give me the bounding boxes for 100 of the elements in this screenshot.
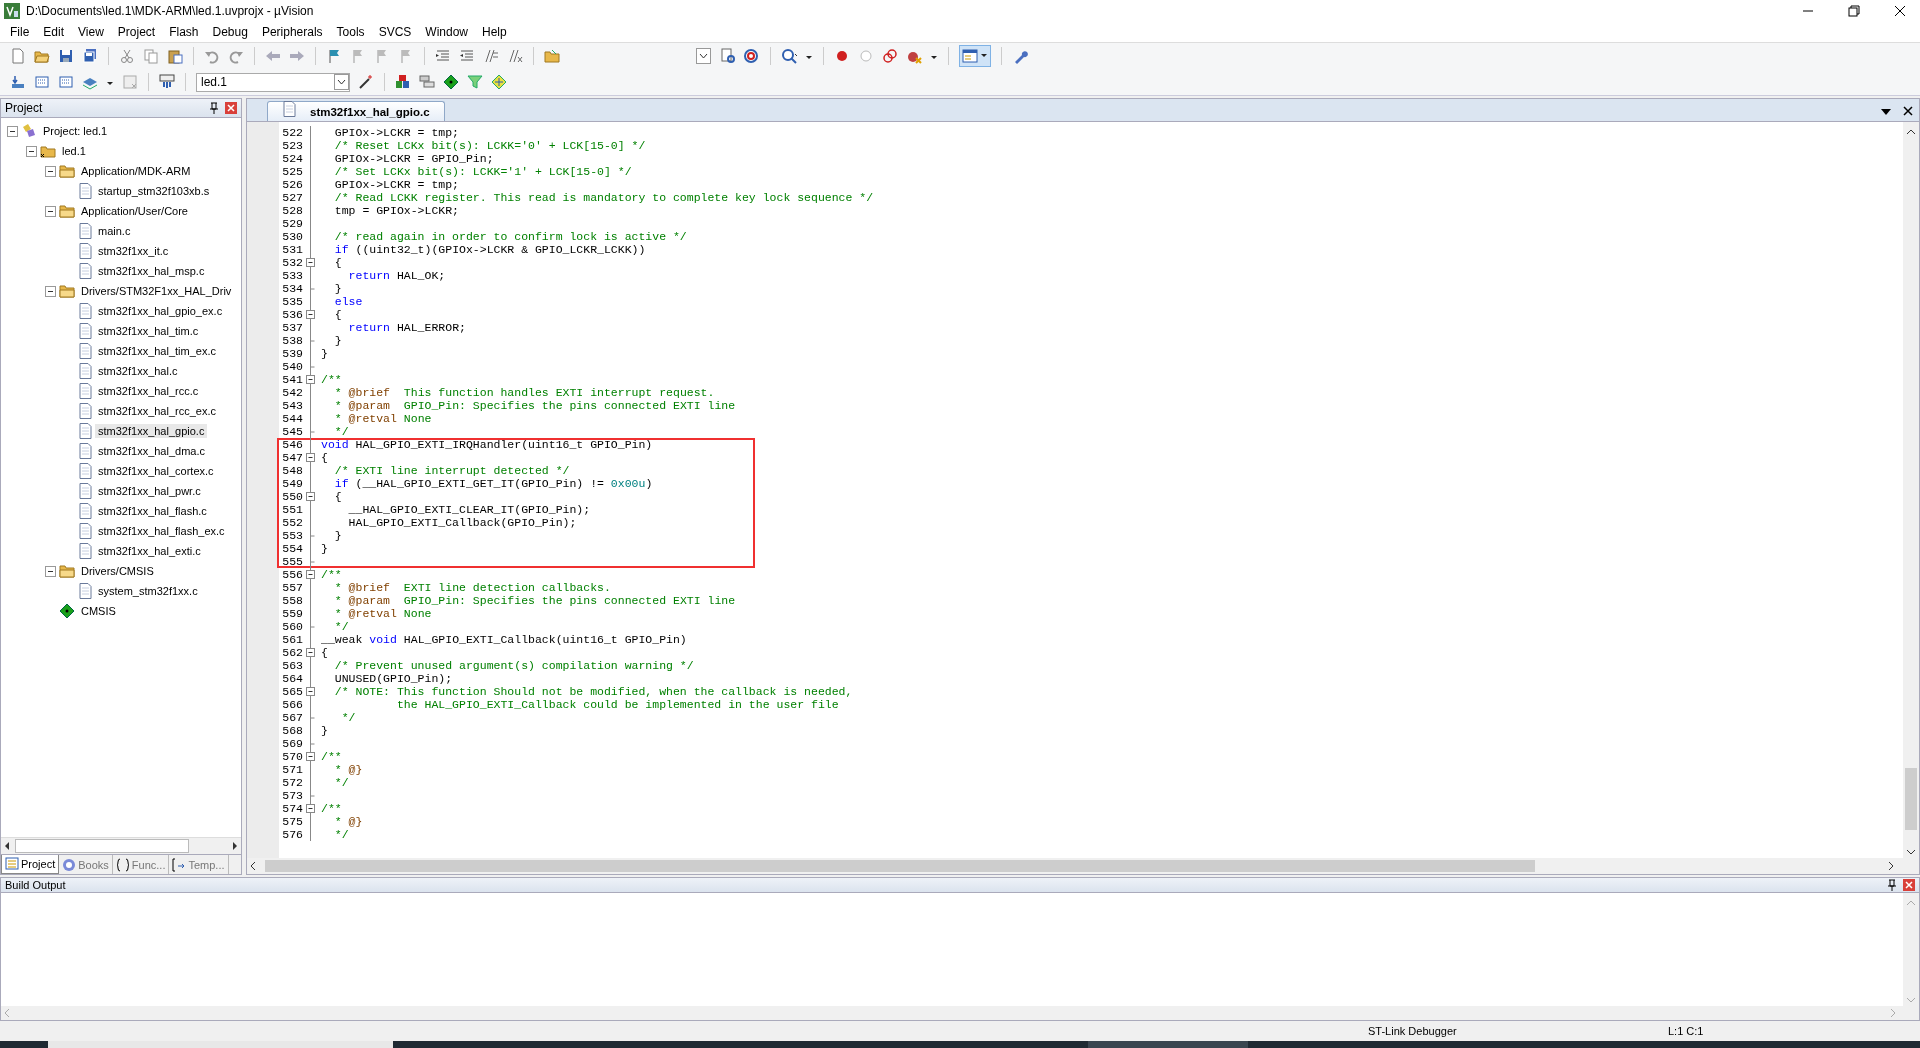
dropdown-icon[interactable] bbox=[696, 48, 712, 64]
tree-item[interactable]: main.c bbox=[95, 224, 134, 238]
dropdown-arrow-icon[interactable] bbox=[1881, 108, 1891, 116]
find-icon[interactable] bbox=[781, 48, 797, 64]
tree-item[interactable]: CMSIS bbox=[78, 604, 119, 618]
folder-icon[interactable] bbox=[544, 48, 560, 64]
diamond-icon[interactable] bbox=[443, 74, 459, 90]
tree-item[interactable]: Application/User/Core bbox=[78, 204, 191, 218]
tree-item[interactable]: led.1 bbox=[59, 144, 89, 158]
dropdown-icon[interactable] bbox=[334, 74, 349, 90]
collapse-toggle-icon[interactable] bbox=[45, 165, 56, 177]
horizontal-scrollbar[interactable] bbox=[247, 858, 1919, 874]
tree-item[interactable]: Drivers/STM32F1xx_HAL_Driv bbox=[78, 284, 235, 298]
stack-icon[interactable] bbox=[419, 74, 435, 90]
fold-toggle-icon[interactable] bbox=[305, 568, 315, 581]
tree-item[interactable]: startup_stm32f103xb.s bbox=[95, 184, 213, 198]
options-icon[interactable] bbox=[395, 74, 411, 90]
fold-toggle-icon[interactable] bbox=[305, 750, 315, 763]
menu-item[interactable]: File bbox=[4, 24, 38, 39]
fold-toggle-icon[interactable] bbox=[305, 685, 315, 698]
tree-item[interactable]: stm32f1xx_it.c bbox=[95, 244, 172, 258]
line-number: 522 bbox=[281, 126, 303, 139]
collapse-toggle-icon[interactable] bbox=[26, 145, 37, 157]
tree-item[interactable]: stm32f1xx_hal_flash_ex.c bbox=[95, 524, 228, 538]
panel-tab[interactable]: Books bbox=[59, 855, 113, 874]
menu-item[interactable]: Help bbox=[476, 24, 515, 39]
vertical-scrollbar[interactable] bbox=[1903, 122, 1919, 858]
folder-icon bbox=[59, 163, 75, 179]
menu-item[interactable]: Tools bbox=[330, 24, 373, 39]
menu-item[interactable]: Flash bbox=[163, 24, 207, 39]
tree-item[interactable]: stm32f1xx_hal_cortex.c bbox=[95, 464, 217, 478]
line-number: 553 bbox=[281, 529, 303, 542]
tree-item[interactable]: stm32f1xx_hal_rcc_ex.c bbox=[95, 404, 219, 418]
panel-tab[interactable]: Temp... bbox=[169, 855, 229, 874]
scrollbar-thumb[interactable] bbox=[15, 839, 189, 853]
scrollbar-thumb[interactable] bbox=[1905, 768, 1917, 830]
tree-item[interactable]: stm32f1xx_hal_tim.c bbox=[95, 324, 202, 338]
comment-icon[interactable] bbox=[483, 48, 499, 64]
flag-icon[interactable] bbox=[326, 48, 342, 64]
fold-toggle-icon[interactable] bbox=[305, 802, 315, 815]
menu-item[interactable]: SVCS bbox=[372, 24, 420, 39]
close-icon[interactable] bbox=[1903, 106, 1913, 116]
debug-icon[interactable] bbox=[744, 48, 760, 64]
fold-toggle-icon[interactable] bbox=[305, 490, 315, 503]
menu-item[interactable]: Window bbox=[419, 24, 476, 39]
fold-toggle-icon[interactable] bbox=[305, 451, 315, 464]
tree-item[interactable]: Application/MDK-ARM bbox=[78, 164, 194, 178]
menu-item[interactable]: Project bbox=[111, 24, 164, 39]
document-search-icon[interactable] bbox=[720, 48, 736, 64]
tree-item[interactable]: stm32f1xx_hal_dma.c bbox=[95, 444, 208, 458]
menu-item[interactable]: View bbox=[72, 24, 112, 39]
editor-tab[interactable]: stm32f1xx_hal_gpio.c bbox=[267, 101, 445, 121]
restore-icon[interactable] bbox=[1846, 2, 1862, 19]
circles-icon[interactable] bbox=[882, 48, 898, 64]
tree-item[interactable]: stm32f1xx_hal_gpio.c bbox=[95, 424, 208, 438]
line-number: 542 bbox=[281, 386, 303, 399]
magic-wand-icon[interactable] bbox=[358, 74, 374, 90]
tree-item[interactable]: stm32f1xx_hal_rcc.c bbox=[95, 384, 202, 398]
fold-toggle-icon[interactable] bbox=[305, 308, 315, 321]
save-all-icon[interactable] bbox=[82, 48, 98, 64]
collapse-toggle-icon[interactable] bbox=[45, 205, 56, 217]
save-icon[interactable] bbox=[58, 48, 74, 64]
tree-item[interactable]: stm32f1xx_hal_pwr.c bbox=[95, 484, 204, 498]
panel-tab[interactable]: Project bbox=[1, 855, 60, 874]
open-folder-icon[interactable] bbox=[34, 48, 50, 64]
uncomment-icon[interactable] bbox=[507, 48, 523, 64]
collapse-toggle-icon[interactable] bbox=[45, 285, 56, 297]
code-line: /* Prevent unused argument(s) compilation warning */ bbox=[333, 659, 694, 672]
tree-item[interactable]: stm32f1xx_hal.c bbox=[95, 364, 181, 378]
tree-item[interactable]: system_stm32f1xx.c bbox=[95, 584, 201, 598]
line-number: 546 bbox=[281, 438, 303, 451]
pin-icon[interactable] bbox=[1887, 879, 1897, 891]
debugger-status: ST-Link Debugger bbox=[1368, 1025, 1458, 1037]
horizontal-scrollbar[interactable] bbox=[1, 837, 241, 854]
scrollbar-thumb[interactable] bbox=[265, 860, 1535, 872]
tree-item[interactable]: Drivers/CMSIS bbox=[78, 564, 157, 578]
tree-item[interactable]: stm32f1xx_hal_tim_ex.c bbox=[95, 344, 219, 358]
tree-item[interactable]: stm32f1xx_hal_flash.c bbox=[95, 504, 210, 518]
collapse-toggle-icon[interactable] bbox=[7, 125, 18, 137]
download-icon[interactable] bbox=[159, 74, 175, 90]
tree-item[interactable]: stm32f1xx_hal_exti.c bbox=[95, 544, 204, 558]
target-select[interactable]: led.1 bbox=[196, 72, 350, 92]
menu-item[interactable]: Edit bbox=[37, 24, 73, 39]
paste-icon[interactable] bbox=[167, 48, 183, 64]
window-toggle-button[interactable] bbox=[959, 45, 991, 67]
collapse-toggle-icon[interactable] bbox=[45, 565, 56, 577]
fold-toggle-icon[interactable] bbox=[305, 256, 315, 269]
new-file-icon[interactable] bbox=[10, 48, 26, 64]
breakpoint-icon[interactable] bbox=[834, 48, 850, 64]
tree-item[interactable]: stm32f1xx_hal_gpio_ex.c bbox=[95, 304, 226, 318]
fold-toggle-icon[interactable] bbox=[305, 646, 315, 659]
fold-toggle-icon[interactable] bbox=[305, 373, 315, 386]
pin-icon[interactable] bbox=[209, 102, 219, 114]
tree-item[interactable]: stm32f1xx_hal_msp.c bbox=[95, 264, 208, 278]
cut-icon[interactable] bbox=[119, 48, 135, 64]
menu-item[interactable]: Debug bbox=[206, 24, 256, 39]
menu-item[interactable]: Peripherals bbox=[255, 24, 331, 39]
panel-tab[interactable]: Func... bbox=[112, 855, 170, 874]
tree-item[interactable]: Project: led.1 bbox=[40, 124, 111, 138]
grid-icon[interactable] bbox=[491, 74, 507, 90]
